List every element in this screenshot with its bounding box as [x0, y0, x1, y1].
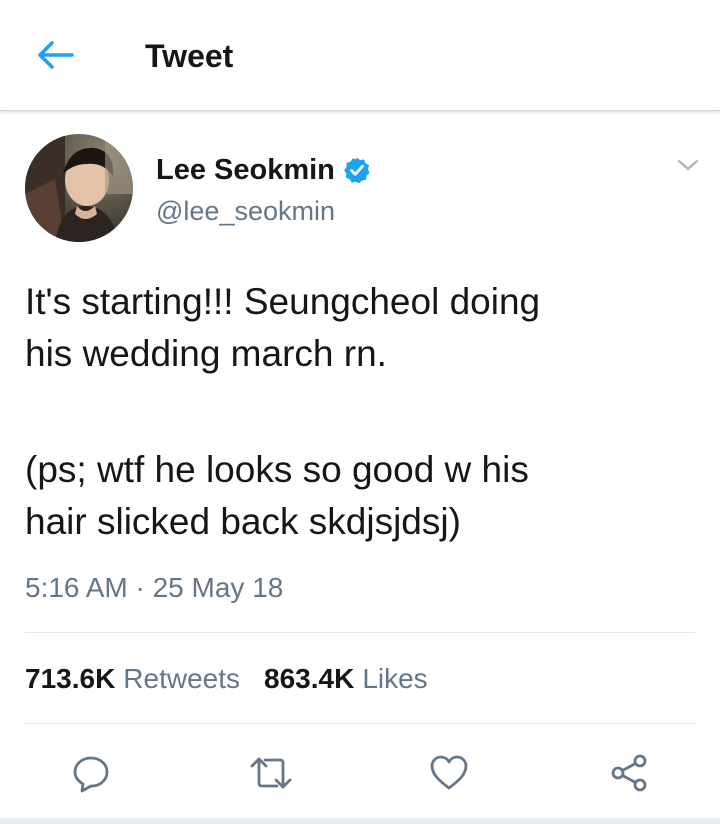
arrow-left-icon — [38, 41, 74, 69]
author-handle[interactable]: @lee_seokmin — [156, 194, 335, 228]
author-name-row[interactable]: Lee Seokmin — [156, 152, 371, 188]
tweet-text-line: It's starting!!! Seungcheol doing — [25, 281, 541, 322]
tweet-text: It's starting!!! Seungcheol doing his we… — [25, 276, 695, 548]
likes-count: 863.4K — [264, 663, 355, 694]
tweet-timestamp: 5:16 AM · 25 May 18 — [25, 572, 284, 603]
chevron-down-icon — [677, 159, 699, 171]
retweets-label: Retweets — [123, 663, 241, 694]
page-title: Tweet — [145, 38, 234, 74]
divider — [25, 723, 695, 724]
like-button[interactable] — [424, 748, 474, 798]
retweets-count: 713.6K — [25, 663, 116, 694]
divider — [25, 632, 695, 633]
avatar[interactable] — [25, 134, 133, 242]
tweet-detail-screen: Tweet Lee Seokmin @lee_seokmin It's star… — [0, 0, 720, 824]
share-button[interactable] — [604, 748, 654, 798]
verified-badge-icon — [343, 156, 371, 184]
retweet-button[interactable] — [246, 748, 296, 798]
back-button[interactable] — [30, 35, 80, 75]
share-icon — [611, 754, 647, 792]
tweet-text-line: (ps; wtf he looks so good w his — [25, 449, 529, 490]
retweet-icon — [250, 757, 292, 789]
likes-stat[interactable]: 863.4K Likes — [264, 661, 428, 697]
heart-icon — [430, 755, 468, 790]
tweet-text-line: hair slicked back skdjsjdsj) — [25, 501, 461, 542]
tweet-actions — [0, 748, 720, 798]
retweets-stat[interactable]: 713.6K Retweets — [25, 661, 240, 697]
tweet-text-line: his wedding march rn. — [25, 333, 387, 374]
author-name[interactable]: Lee Seokmin — [156, 154, 335, 187]
bottom-divider — [0, 818, 720, 824]
avatar-photo — [25, 134, 133, 242]
tweet-options-button[interactable] — [668, 150, 708, 180]
reply-button[interactable] — [66, 748, 116, 798]
tweet-stats: 713.6K Retweets 863.4K Likes — [25, 661, 452, 697]
likes-label: Likes — [362, 663, 428, 694]
reply-icon — [73, 756, 109, 793]
top-bar: Tweet — [0, 0, 720, 111]
